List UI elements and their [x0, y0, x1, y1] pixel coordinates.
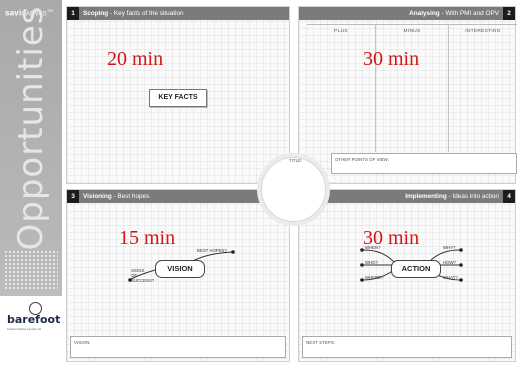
- analysing-title: Analysing: [409, 10, 440, 17]
- pmi-minus-header: MINUS: [403, 29, 421, 34]
- vision-notes-label: VISION:: [74, 340, 91, 345]
- what-label: WHAT?: [443, 275, 458, 280]
- implementing-subtitle: - Ideas into action: [446, 193, 499, 200]
- visioning-header: 3 Visioning - Best hopes: [67, 190, 289, 203]
- next-steps-box[interactable]: NEXT STEPS:: [302, 336, 512, 358]
- visioning-number: 3: [67, 190, 79, 203]
- why-label: WHY?: [443, 245, 456, 250]
- vision-center[interactable]: VISION: [155, 260, 205, 278]
- barefoot-tagline: barefoot thinking company ltd: [7, 328, 41, 331]
- analysing-header: Analysing - With PMI and OPV 2: [299, 7, 515, 20]
- title-label: TITLE:: [289, 158, 303, 163]
- barefoot-logo: barefoot: [7, 313, 61, 326]
- implementing-number: 4: [503, 190, 515, 203]
- title-circle[interactable]: [261, 157, 326, 222]
- other-points-of-view-box[interactable]: OTHER POINTS OF VIEW:: [331, 153, 517, 174]
- dot-pattern: [4, 250, 58, 290]
- how-label: HOW?: [443, 260, 456, 265]
- when-label: WHEN?: [365, 245, 381, 250]
- analysing-subtitle: - With PMI and OPV: [439, 10, 499, 17]
- analysing-panel: Analysing - With PMI and OPV 2 PLUS MINUS…: [298, 6, 517, 184]
- next-steps-label: NEXT STEPS:: [306, 340, 336, 345]
- pmi-plus-header: PLUS: [334, 29, 348, 34]
- scoping-subtitle: - Key facts of the situation: [108, 10, 184, 17]
- where-label: WHERE?: [365, 275, 384, 280]
- key-facts-box[interactable]: KEY FACTS: [149, 89, 207, 107]
- visioning-subtitle: - Best hopes: [111, 193, 150, 200]
- pmi-interesting-column[interactable]: INTERESTING: [449, 25, 517, 152]
- analysing-number: 2: [503, 7, 515, 20]
- action-center[interactable]: ACTION: [391, 260, 441, 278]
- success-label: SUCCESS?: [131, 278, 155, 283]
- pmi-plus-column[interactable]: PLUS: [307, 25, 375, 152]
- pmi-interesting-header: INTERESTING: [465, 29, 501, 34]
- visioning-panel: 3 Visioning - Best hopes 15 min VISION BE…: [66, 189, 290, 362]
- vision-notes-box[interactable]: VISION:: [70, 336, 286, 358]
- best-hopes-label: BEST HOPES?: [197, 248, 227, 253]
- opportunities-heading: Opportunities: [11, 5, 51, 251]
- who-label: WHO?: [365, 260, 378, 265]
- implementing-title: Implementing: [405, 193, 447, 200]
- pmi-minus-column[interactable]: MINUS: [375, 25, 449, 152]
- analysing-timer: 30 min: [363, 48, 420, 70]
- scoping-panel: 1 Scoping - Key facts of the situation 20…: [66, 6, 290, 184]
- pmi-table: PLUS MINUS INTERESTING: [307, 24, 517, 152]
- scoping-number: 1: [67, 7, 79, 20]
- visioning-title: Visioning: [83, 193, 112, 200]
- scoping-header: 1 Scoping - Key facts of the situation: [67, 7, 289, 20]
- implementing-panel: Implementing - Ideas into action 4 30 min…: [298, 189, 516, 362]
- opv-label: OTHER POINTS OF VIEW:: [335, 157, 389, 162]
- scoping-timer: 20 min: [107, 48, 164, 70]
- implementing-header: Implementing - Ideas into action 4: [299, 190, 515, 203]
- scoping-title: Scoping: [83, 10, 109, 17]
